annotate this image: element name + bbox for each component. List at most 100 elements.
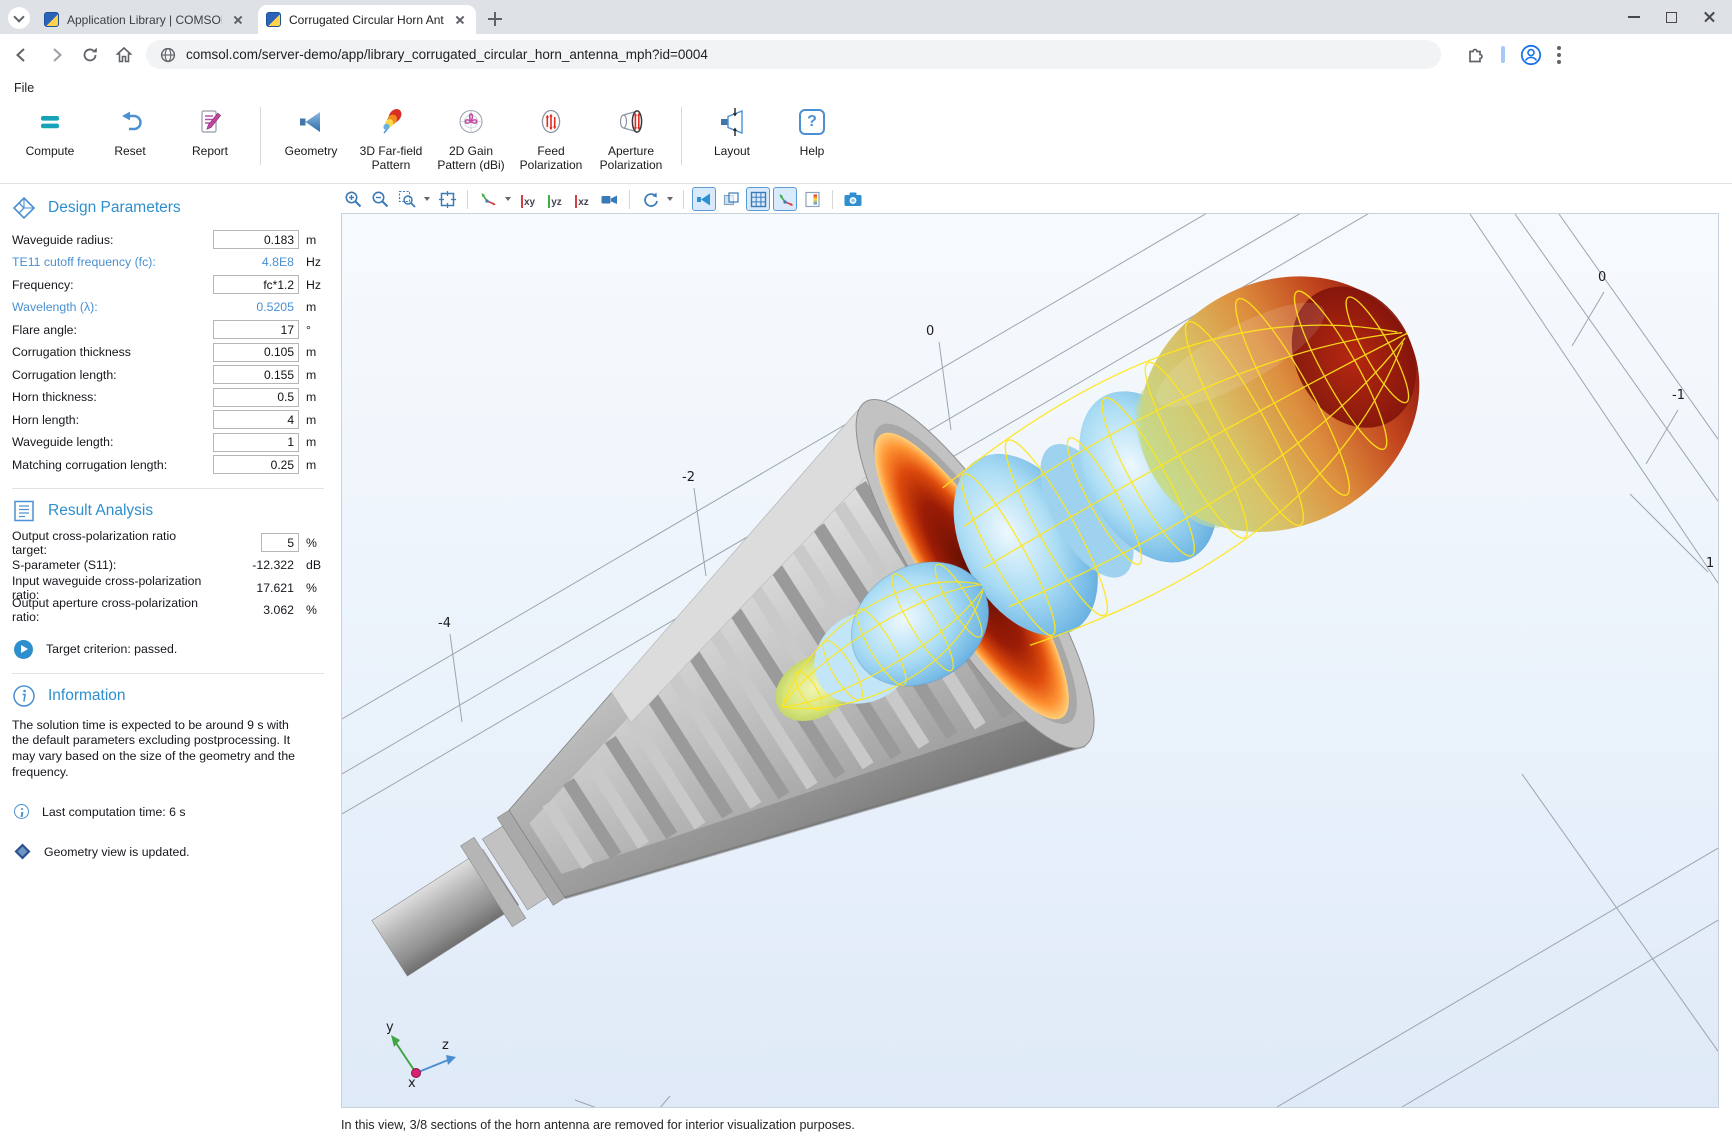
info-icon — [14, 804, 29, 819]
rotate-view-icon[interactable] — [638, 187, 662, 211]
matching-corrugation-length-input[interactable] — [213, 455, 299, 474]
parameter-row: TE11 cutoff frequency (fc): 4.8E8 Hz — [12, 253, 330, 272]
antenna-3d-scene — [342, 214, 1719, 1108]
section-title: Information — [48, 687, 126, 705]
s-parameter-value: -12.322 — [213, 558, 299, 572]
toolbar-separator — [832, 190, 833, 209]
feed-polarization-button[interactable]: Feed Polarization — [511, 99, 591, 172]
corrugation-length-input[interactable] — [213, 365, 299, 384]
rotate-dropdown-caret[interactable] — [667, 197, 673, 201]
design-parameters-header: Design Parameters — [12, 196, 330, 220]
tab-close-icon[interactable] — [452, 12, 468, 28]
parameter-row: Frequency: Hz — [12, 275, 330, 294]
grid-toggle[interactable] — [746, 187, 770, 211]
aperture-polarization-icon — [616, 105, 646, 139]
help-button[interactable]: ? Help — [772, 99, 852, 158]
report-button[interactable]: Report — [170, 99, 250, 158]
axes-toggle[interactable] — [773, 187, 797, 211]
parameter-row: Waveguide radius: m — [12, 230, 330, 249]
back-button[interactable] — [10, 43, 34, 67]
last-computation-status: Last computation time: 6 s — [14, 804, 330, 819]
information-icon — [12, 684, 36, 708]
zoom-box-icon[interactable] — [395, 187, 419, 211]
yz-view-icon[interactable]: yz — [543, 187, 567, 211]
chevron-down-icon — [13, 11, 24, 22]
aperture-polarization-button[interactable]: Aperture Polarization — [591, 99, 671, 172]
color-legend-icon[interactable] — [800, 187, 824, 211]
layout-button[interactable]: Layout — [692, 99, 772, 158]
zoom-in-icon[interactable] — [341, 187, 365, 211]
horn-length-input[interactable] — [213, 410, 299, 429]
waveguide-length-input[interactable] — [213, 433, 299, 452]
browser-tab-application-library[interactable]: Application Library | COMSOL S — [36, 5, 254, 34]
section-divider — [12, 673, 324, 674]
toolbar-separator — [467, 190, 468, 209]
file-menu[interactable]: File — [14, 81, 34, 95]
result-analysis-header: Result Analysis — [12, 499, 330, 523]
camera-view-icon[interactable] — [597, 187, 621, 211]
toolbar-separator — [683, 190, 684, 209]
waveguide-radius-input[interactable] — [213, 230, 299, 249]
parameter-row: Corrugation length: m — [12, 365, 330, 384]
flare-angle-input[interactable] — [213, 320, 299, 339]
screenshot-icon[interactable] — [841, 187, 865, 211]
profile-avatar[interactable] — [1519, 43, 1543, 67]
show-geometry-toggle[interactable] — [692, 187, 716, 211]
section-divider — [12, 488, 324, 489]
geometry-button[interactable]: Geometry — [271, 99, 351, 158]
xz-view-icon[interactable]: xz — [570, 187, 594, 211]
parameter-row: Wavelength (λ): 0.5205 m — [12, 298, 330, 317]
layout-icon — [717, 105, 747, 139]
axis-label: 0 — [1598, 270, 1606, 285]
browser-tab-horn-antenna[interactable]: Corrugated Circular Horn Anten — [258, 5, 476, 34]
extensions-icon[interactable] — [1463, 43, 1487, 67]
far-field-3d-button[interactable]: 3D Far-field Pattern — [351, 99, 431, 172]
browser-tabstrip: Application Library | COMSOL S Corrugate… — [0, 0, 1732, 34]
comsol-favicon — [44, 12, 59, 27]
browser-navbar: comsol.com/server-demo/app/library_corru… — [0, 34, 1732, 75]
window-minimize-button[interactable] — [1628, 16, 1640, 18]
forward-button[interactable] — [44, 43, 68, 67]
wavelength-value: 0.5205 — [213, 300, 299, 314]
graphics-canvas[interactable]: 0 -2 -4 0 -1 1 y z x — [341, 213, 1719, 1108]
app-ribbon: Compute Reset Report Geometry 3D Far-fie… — [10, 99, 852, 172]
default-3d-view-icon[interactable] — [476, 187, 500, 211]
zoom-extents-icon[interactable] — [435, 187, 459, 211]
frequency-input[interactable] — [213, 275, 299, 294]
corrugation-thickness-input[interactable] — [213, 343, 299, 362]
cross-polarization-target-input[interactable] — [261, 533, 299, 552]
view-dropdown-caret[interactable] — [505, 197, 511, 201]
compute-icon — [35, 105, 65, 139]
browser-menu-icon[interactable] — [1557, 46, 1561, 64]
refresh-button[interactable] — [78, 43, 102, 67]
zoom-box-dropdown-caret[interactable] — [424, 197, 430, 201]
parameter-panel: Design Parameters Waveguide radius: m TE… — [12, 188, 330, 864]
compute-button[interactable]: Compute — [10, 99, 90, 158]
axis-label: 1 — [1706, 556, 1714, 571]
gain-pattern-2d-button[interactable]: 2D Gain Pattern (dBi) — [431, 99, 511, 172]
transparency-icon[interactable] — [719, 187, 743, 211]
new-tab-button[interactable] — [486, 10, 504, 28]
xy-view-icon[interactable]: xy — [516, 187, 540, 211]
window-close-button[interactable] — [1703, 11, 1716, 24]
triad-z-label: z — [442, 1038, 449, 1053]
section-title: Design Parameters — [48, 199, 181, 217]
site-info-icon[interactable] — [160, 47, 176, 63]
url-bar[interactable]: comsol.com/server-demo/app/library_corru… — [146, 40, 1441, 69]
target-criterion-status: Target criterion: passed. — [14, 640, 330, 659]
tab-close-icon[interactable] — [230, 12, 246, 28]
window-maximize-button[interactable] — [1666, 12, 1677, 23]
horn-thickness-input[interactable] — [213, 388, 299, 407]
section-title: Result Analysis — [48, 502, 153, 520]
zoom-out-icon[interactable] — [368, 187, 392, 211]
side-panel-accent-bar — [1501, 46, 1505, 63]
tab-search-button[interactable] — [8, 7, 30, 29]
home-button[interactable] — [112, 43, 136, 67]
parameter-row: Flare angle: ° — [12, 320, 330, 339]
axis-label: 0 — [926, 324, 934, 339]
graphics-panel: xy yz xz — [341, 186, 1721, 1132]
url-text: comsol.com/server-demo/app/library_corru… — [186, 47, 708, 62]
axis-label: -1 — [1672, 388, 1685, 403]
result-row: Output cross-polarization ratio target: … — [12, 533, 330, 552]
reset-button[interactable]: Reset — [90, 99, 170, 158]
